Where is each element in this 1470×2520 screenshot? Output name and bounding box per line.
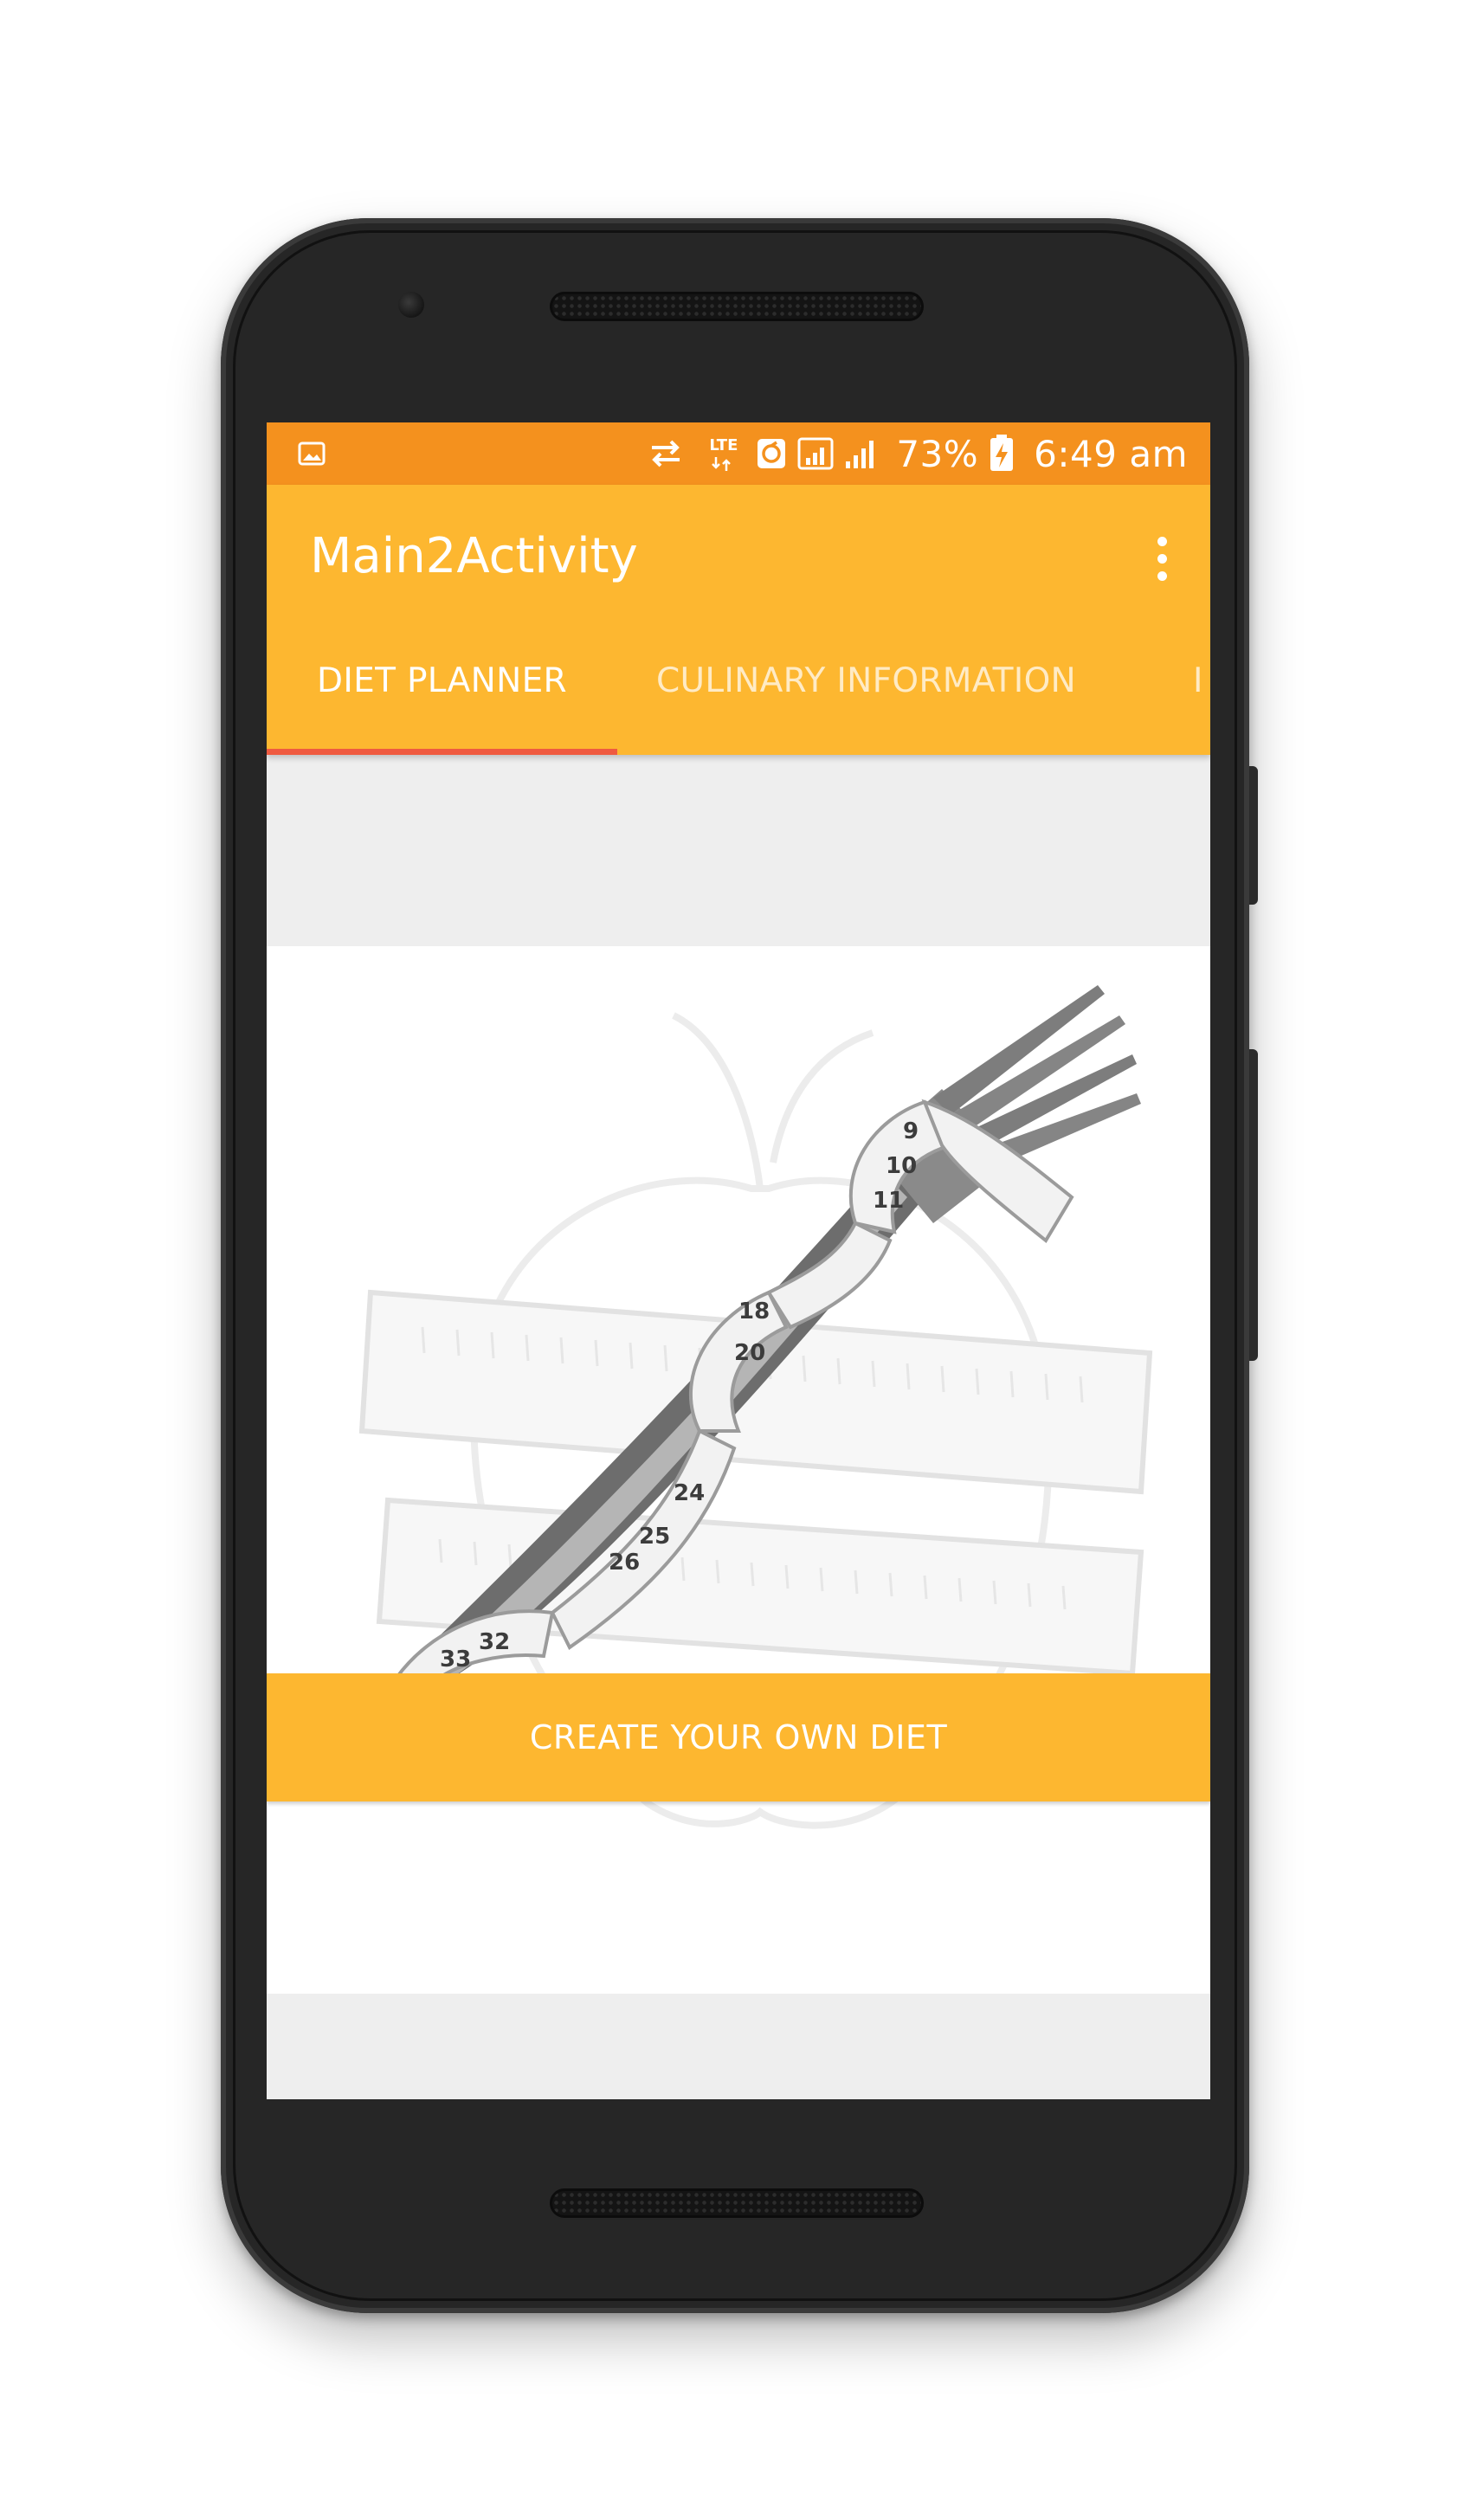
status-bar: LTE 73% 6:49 am — [267, 422, 1210, 485]
more-vert-icon[interactable] — [1151, 537, 1172, 589]
tab-bar: DIET PLANNER CULINARY INFORMATION I — [267, 606, 1210, 755]
fork-measuring-tape-illustration: 33 32 26 25 24 20 18 11 10 9 — [358, 985, 1153, 1829]
svg-text:9: 9 — [903, 1118, 919, 1144]
tab-indicator — [267, 749, 617, 755]
power-button — [1249, 766, 1258, 905]
svg-text:26: 26 — [609, 1550, 640, 1576]
svg-text:25: 25 — [639, 1524, 670, 1550]
app-bar: Main2Activity DIET PLANNER CULINARY INFO… — [267, 485, 1210, 755]
lte-icon: LTE — [709, 435, 745, 473]
svg-text:20: 20 — [734, 1340, 765, 1366]
svg-text:33: 33 — [440, 1647, 471, 1672]
sync-icon — [758, 439, 786, 468]
data-transfer-icon — [652, 440, 680, 467]
screen: LTE 73% 6:49 am Main2Activity DIET PLANN… — [267, 422, 1210, 2099]
front-camera — [398, 292, 424, 318]
svg-text:32: 32 — [479, 1629, 510, 1655]
clock: 6:49 am — [1034, 432, 1188, 475]
create-your-own-diet-button[interactable]: CREATE YOUR OWN DIET — [267, 1673, 1210, 1801]
tab-partial-next[interactable]: I — [1193, 606, 1210, 755]
image-icon — [298, 441, 326, 466]
top-speaker — [550, 292, 924, 321]
svg-text:10: 10 — [886, 1153, 917, 1179]
battery-percent: 73% — [896, 432, 979, 475]
diet-card: 33 32 26 25 24 20 18 11 10 9 — [267, 946, 1210, 1994]
signal-icon — [846, 441, 874, 468]
app-title: Main2Activity — [310, 528, 638, 584]
status-icons: LTE 73% 6:49 am — [648, 422, 1188, 485]
tab-diet-planner[interactable]: DIET PLANNER — [267, 606, 617, 755]
svg-text:11: 11 — [873, 1188, 904, 1214]
lte-label: LTE — [709, 436, 738, 454]
tab-culinary-information[interactable]: CULINARY INFORMATION — [617, 606, 1115, 755]
svg-text:24: 24 — [674, 1480, 705, 1506]
svg-text:18: 18 — [738, 1299, 770, 1324]
battery-charging-icon — [990, 435, 1014, 471]
volume-button — [1249, 1049, 1258, 1361]
bottom-speaker — [550, 2188, 924, 2218]
signal-icon — [797, 437, 834, 470]
